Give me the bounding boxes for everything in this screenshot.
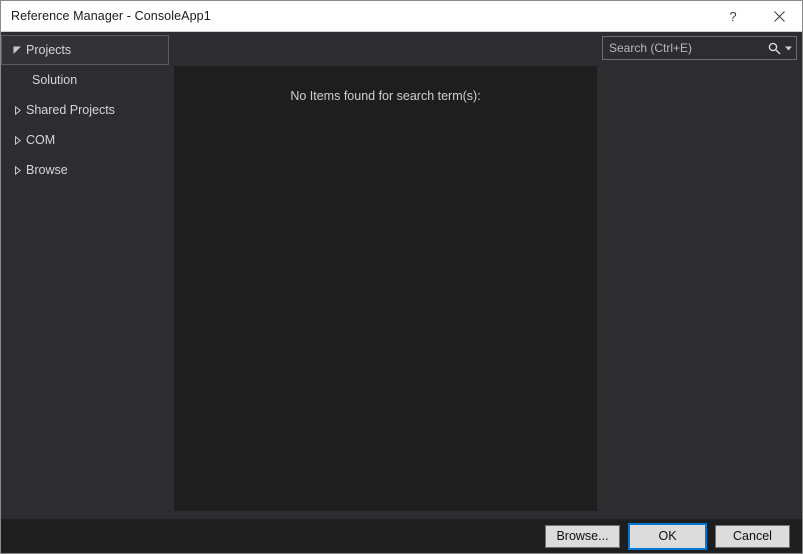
tree-item-label: COM (26, 133, 56, 147)
help-button[interactable]: ? (710, 1, 756, 31)
triangle-right-icon[interactable] (8, 105, 26, 115)
close-button[interactable] (756, 1, 802, 31)
triangle-right-icon[interactable] (8, 135, 26, 145)
tree-item-solution[interactable]: Solution (1, 65, 174, 95)
dialog-body: Projects Solution Shared Projects COM Br… (1, 32, 802, 519)
reference-manager-dialog: Reference Manager - ConsoleApp1 ? Projec… (0, 0, 803, 554)
reference-list[interactable]: No Items found for search term(s): (174, 66, 597, 511)
ok-button[interactable]: OK (628, 522, 707, 550)
results-area: No Items found for search term(s): (174, 32, 599, 519)
tree-item-com[interactable]: COM (1, 125, 174, 155)
browse-button[interactable]: Browse... (545, 524, 620, 548)
title-bar-buttons: ? (710, 1, 802, 31)
cancel-button[interactable]: Cancel (715, 524, 790, 548)
search-input[interactable] (609, 41, 764, 55)
right-pane (599, 32, 802, 519)
window-title: Reference Manager - ConsoleApp1 (11, 9, 211, 23)
tree-item-label: Shared Projects (26, 103, 115, 117)
dialog-footer: Browse... OK Cancel (1, 519, 802, 553)
magnifier-icon[interactable] (768, 42, 781, 55)
tree-item-label: Solution (32, 73, 78, 87)
tree-item-shared-projects[interactable]: Shared Projects (1, 95, 174, 125)
close-icon (773, 10, 785, 22)
tree-item-projects[interactable]: Projects (1, 35, 169, 65)
category-tree: Projects Solution Shared Projects COM Br… (1, 32, 174, 519)
question-mark-icon: ? (729, 8, 737, 24)
triangle-down-icon[interactable] (8, 46, 26, 55)
search-box[interactable] (602, 36, 797, 60)
chevron-down-icon[interactable] (785, 46, 792, 51)
tree-item-label: Projects (26, 43, 72, 57)
empty-state-message: No Items found for search term(s): (290, 89, 481, 103)
title-bar: Reference Manager - ConsoleApp1 ? (1, 1, 802, 32)
triangle-right-icon[interactable] (8, 165, 26, 175)
tree-item-browse[interactable]: Browse (1, 155, 174, 185)
tree-item-label: Browse (26, 163, 68, 177)
details-pane (602, 60, 797, 519)
